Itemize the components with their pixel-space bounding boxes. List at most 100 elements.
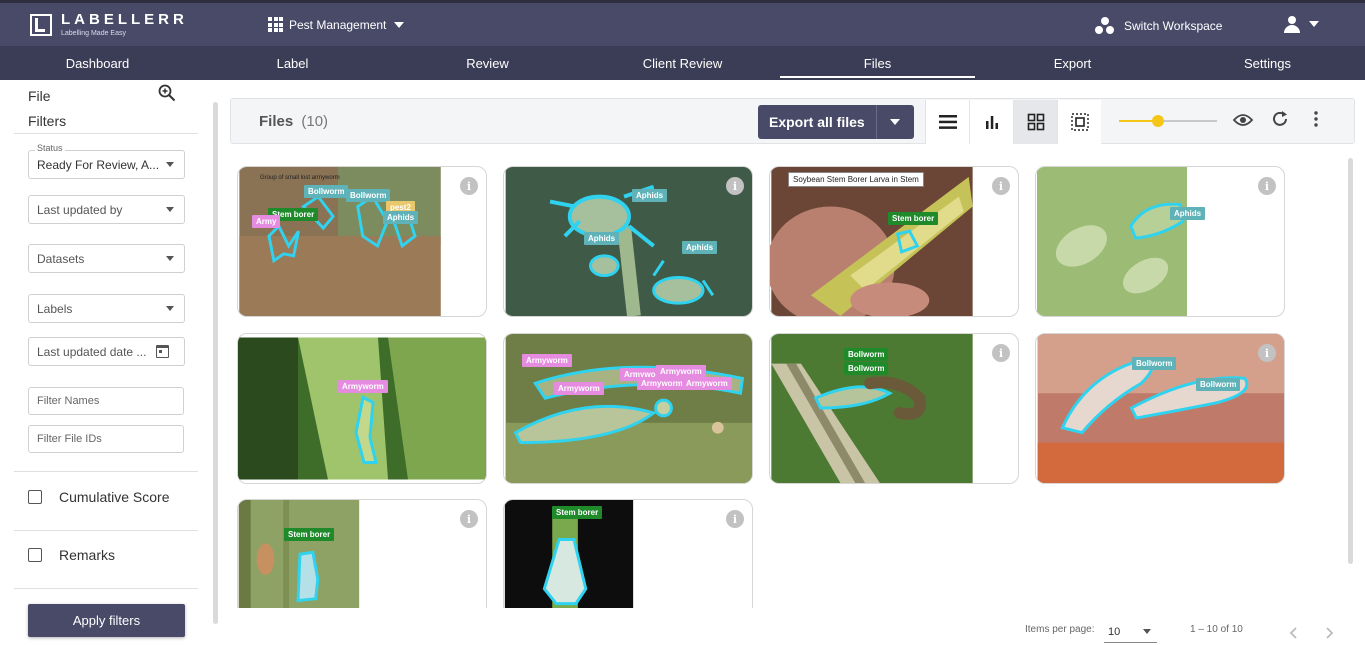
file-thumbnail [770,167,973,316]
filter-names-input[interactable]: Filter Names [28,387,184,415]
divider [14,471,198,472]
checkbox-box[interactable] [28,548,42,562]
last-updated-date-label: Last updated date ... [37,344,147,359]
image-caption: Soybean Stem Borer Larva in Stem [788,172,924,187]
zoom-in-icon[interactable] [158,84,176,102]
image-caption: Group of small lost armyworm [260,175,340,181]
status-select[interactable]: Ready For Review, A... [28,150,185,179]
eye-icon[interactable] [1233,113,1253,127]
list-view-button[interactable] [925,100,969,144]
chevron-down-icon [394,21,405,28]
remarks-checkbox[interactable]: Remarks [28,547,115,563]
refresh-icon[interactable] [1271,110,1289,128]
annotation-tag: Aphids [632,189,668,202]
chart-view-button[interactable] [969,100,1013,144]
info-icon[interactable]: i [992,177,1010,195]
bar-chart-icon [985,116,998,129]
switch-workspace-button[interactable]: Switch Workspace [1095,17,1222,35]
logo-tagline: Labelling Made Easy [61,30,126,37]
file-card[interactable]: Bollworm Bollworm i [769,333,1019,484]
status-value: Ready For Review, A... [37,157,160,172]
annotation-tag: Aphids [1170,207,1206,220]
labels-label: Labels [37,301,73,316]
last-updated-by-select[interactable]: Last updated by [28,195,185,224]
caret-down-icon [890,119,901,125]
file-card[interactable]: Stem borer i [237,499,487,608]
tab-export[interactable]: Export [975,46,1170,80]
file-card[interactable]: Soybean Stem Borer Larva in Stem Stem bo… [769,166,1019,317]
file-card[interactable]: Group of small lost armyworm Bollworm Bo… [237,166,487,317]
switch-workspace-label: Switch Workspace [1124,19,1223,33]
items-per-page-select[interactable]: 10 [1104,621,1157,643]
divider [14,530,198,531]
tab-dashboard[interactable]: Dashboard [0,46,195,80]
apps-grid-icon [268,17,283,32]
sidebar-scrollbar[interactable] [213,102,218,624]
thumbnail-size-slider[interactable] [1119,115,1217,127]
items-per-page-label: Items per page: [1025,624,1095,635]
apply-filters-button[interactable]: Apply filters [28,604,185,637]
tab-label[interactable]: Label [195,46,390,80]
info-icon[interactable]: i [1258,344,1276,362]
calendar-icon[interactable] [156,345,169,358]
labels-select[interactable]: Labels [28,294,185,323]
tab-review[interactable]: Review [390,46,585,80]
user-avatar-icon [1283,15,1301,33]
info-icon[interactable]: i [726,510,744,528]
annotation-tag: Stem borer [888,212,939,225]
select-region-button[interactable] [1057,100,1101,144]
file-card[interactable]: Bollworm Bollworm i [1035,333,1285,484]
file-grid-scrollbar[interactable] [1348,158,1353,564]
last-updated-date-picker[interactable]: Last updated date ... [28,337,185,366]
filter-names-placeholder: Filter Names [37,395,100,407]
annotation-tag: Stem borer [284,528,335,541]
info-icon[interactable]: i [460,177,478,195]
annotation-tag: Bollworm [304,185,349,198]
divider [14,588,198,589]
files-toolbar: Files (10) Export all files [230,98,1355,144]
slider-thumb[interactable] [1152,115,1165,127]
file-card[interactable]: Armyworm Armyworm Armywor Armyworm Armyw… [503,333,753,484]
tab-files[interactable]: Files [780,46,975,80]
caret-down-icon [166,207,174,212]
info-icon[interactable]: i [460,510,478,528]
grid-view-icon [1027,113,1044,131]
view-mode-group [925,100,1101,144]
info-icon[interactable]: i [1258,177,1276,195]
filter-sidebar: File Filters Ready For Review, A... Stat… [0,80,218,645]
annotation-tag: Armyworm [682,377,732,390]
info-icon[interactable]: i [726,177,744,195]
file-card[interactable]: Aphids Aphids Aphids i [503,166,753,317]
file-grid: Group of small lost armyworm Bollworm Bo… [237,166,1337,608]
annotation-tag: Bollworm [1196,378,1241,391]
more-vertical-icon[interactable] [1311,110,1321,128]
previous-page-icon[interactable] [1287,626,1301,640]
user-menu[interactable] [1283,15,1319,33]
labellerr-logo[interactable]: LABELLERR Labelling Made Easy [30,12,188,37]
info-icon[interactable]: i [992,344,1010,362]
datasets-label: Datasets [37,251,85,266]
next-page-icon[interactable] [1322,626,1336,640]
logo-mark-icon [30,13,52,36]
annotation-tag: Bollworm [844,348,889,361]
filter-file-ids-input[interactable]: Filter File IDs [28,425,184,453]
caret-down-icon [166,256,174,261]
file-card[interactable]: Aphids i [1035,166,1285,317]
export-all-files-button[interactable]: Export all files [758,105,876,139]
grid-view-button[interactable] [1013,100,1057,144]
file-card[interactable]: Armyworm i [237,333,487,484]
export-dropdown-button[interactable] [875,105,914,139]
export-button-group: Export all files [758,105,914,139]
filters-title: File Filters [28,88,67,129]
annotation-tag: Bollworm [1132,357,1177,370]
chevron-down-icon [1309,21,1319,27]
tab-settings[interactable]: Settings [1170,46,1365,80]
annotation-tag: Armyworm [522,354,572,367]
cumulative-score-checkbox[interactable]: Cumulative Score [28,489,170,505]
file-card[interactable]: Stem borer i [503,499,753,608]
checkbox-box[interactable] [28,490,42,504]
project-selector[interactable]: Pest Management [268,17,405,32]
project-name: Pest Management [289,17,387,32]
datasets-select[interactable]: Datasets [28,244,185,273]
tab-client-review[interactable]: Client Review [585,46,780,80]
